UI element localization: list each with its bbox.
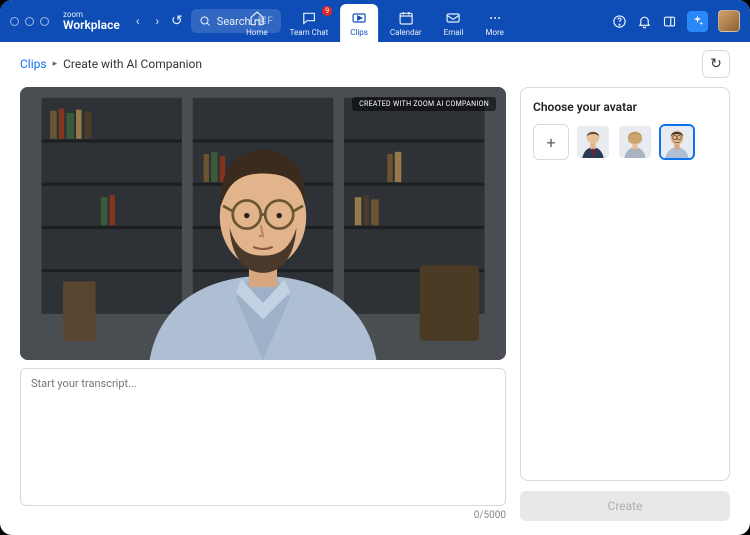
video-preview: CREATED WITH ZOOM AI COMPANION — [20, 87, 506, 360]
chevron-right-icon: ▸ — [53, 59, 58, 69]
tab-clips-label: Clips — [350, 28, 368, 37]
avatar-panel: Choose your avatar + — [520, 87, 730, 481]
left-column: CREATED WITH ZOOM AI COMPANION 0/5000 — [20, 87, 506, 521]
top-navbar: zoom Workplace ‹ › ↺ Search ⌘F Home 9 Te… — [0, 0, 750, 42]
brand-main: Workplace — [63, 19, 120, 31]
refresh-button[interactable]: ↻ — [702, 50, 730, 78]
nav-back-button[interactable]: ‹ — [132, 12, 144, 30]
tab-home[interactable]: Home — [236, 4, 278, 42]
avatar-grid: + — [533, 124, 717, 160]
create-button[interactable]: Create — [520, 491, 730, 521]
preview-watermark: CREATED WITH ZOOM AI COMPANION — [352, 97, 496, 111]
app-window: zoom Workplace ‹ › ↺ Search ⌘F Home 9 Te… — [0, 0, 750, 535]
tab-calendar-label: Calendar — [390, 28, 422, 37]
panel-icon[interactable] — [662, 14, 677, 29]
tab-email[interactable]: Email — [434, 4, 474, 42]
brand-sub: zoom — [63, 11, 120, 19]
bell-icon[interactable] — [637, 14, 652, 29]
brand-logo: zoom Workplace — [63, 11, 120, 31]
add-avatar-button[interactable]: + — [533, 124, 569, 160]
tab-calendar[interactable]: Calendar — [380, 4, 432, 42]
tab-teamchat-label: Team Chat — [290, 28, 329, 37]
profile-avatar[interactable] — [718, 10, 740, 32]
history-icon[interactable]: ↺ — [171, 13, 183, 29]
clips-icon — [351, 10, 367, 26]
breadcrumb-current: Create with AI Companion — [63, 57, 202, 71]
ai-companion-icon[interactable] — [687, 11, 708, 32]
avatar-panel-title: Choose your avatar — [533, 100, 717, 114]
help-icon[interactable] — [612, 14, 627, 29]
avatar-option-1[interactable] — [575, 124, 611, 160]
transcript-input[interactable] — [20, 368, 506, 506]
search-icon — [199, 15, 211, 27]
transcript-counter: 0/5000 — [20, 510, 506, 521]
tab-more-label: More — [485, 28, 503, 37]
more-icon — [487, 10, 503, 26]
tab-clips[interactable]: Clips — [340, 4, 378, 42]
primary-nav: Home 9 Team Chat Clips Calendar Email — [236, 0, 514, 42]
avatar-option-2[interactable] — [617, 124, 653, 160]
window-controls[interactable] — [10, 17, 49, 26]
maximize-dot[interactable] — [40, 17, 49, 26]
nav-forward-button[interactable]: › — [151, 12, 163, 30]
preview-illustration — [20, 87, 506, 360]
breadcrumb-bar: Clips ▸ Create with AI Companion ↻ — [0, 42, 750, 87]
main-content: CREATED WITH ZOOM AI COMPANION 0/5000 Ch… — [0, 87, 750, 535]
chat-icon — [301, 10, 317, 26]
home-icon — [249, 10, 265, 26]
minimize-dot[interactable] — [25, 17, 34, 26]
email-icon — [446, 10, 462, 26]
avatar-option-3[interactable] — [659, 124, 695, 160]
tab-more[interactable]: More — [475, 4, 513, 42]
calendar-icon — [398, 10, 414, 26]
right-column: Choose your avatar + Create — [520, 87, 730, 521]
breadcrumb-root[interactable]: Clips — [20, 57, 47, 71]
tab-email-label: Email — [444, 28, 464, 37]
topbar-right-icons — [612, 10, 740, 32]
tab-teamchat[interactable]: 9 Team Chat — [280, 4, 339, 42]
close-dot[interactable] — [10, 17, 19, 26]
tab-home-label: Home — [246, 28, 268, 37]
teamchat-badge: 9 — [322, 6, 332, 16]
